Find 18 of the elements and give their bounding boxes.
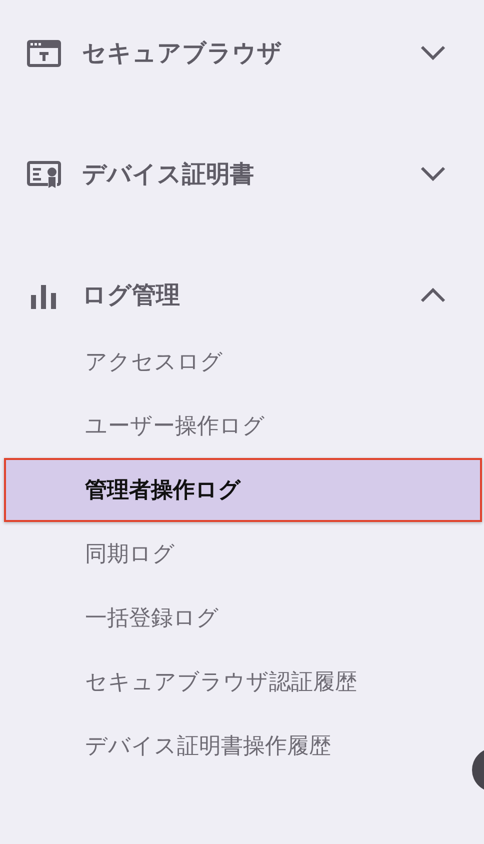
- menu-item[interactable]: デバイス証明書操作履歴: [85, 714, 331, 778]
- chevron-up-icon[interactable]: [420, 287, 446, 303]
- section-label: ログ管理: [82, 280, 181, 311]
- section-header[interactable]: ログ管理: [0, 265, 484, 325]
- menu-item[interactable]: セキュアブラウザ認証履歴: [85, 650, 357, 714]
- section-header[interactable]: セキュアブラウザ: [0, 23, 484, 83]
- menu-item[interactable]: 同期ログ: [85, 522, 175, 586]
- section-label: デバイス証明書: [82, 159, 255, 190]
- menu-item[interactable]: ユーザー操作ログ: [85, 394, 265, 458]
- menu-item[interactable]: アクセスログ: [85, 330, 223, 394]
- menu-item[interactable]: 一括登録ログ: [85, 586, 219, 650]
- chevron-down-icon[interactable]: [420, 45, 446, 61]
- section-label: セキュアブラウザ: [82, 38, 283, 69]
- browser-window-icon: [27, 40, 61, 66]
- certificate-icon: [27, 160, 61, 188]
- chevron-down-icon[interactable]: [420, 166, 446, 182]
- section-header[interactable]: デバイス証明書: [0, 144, 484, 204]
- menu-item[interactable]: 管理者操作ログ: [4, 458, 482, 522]
